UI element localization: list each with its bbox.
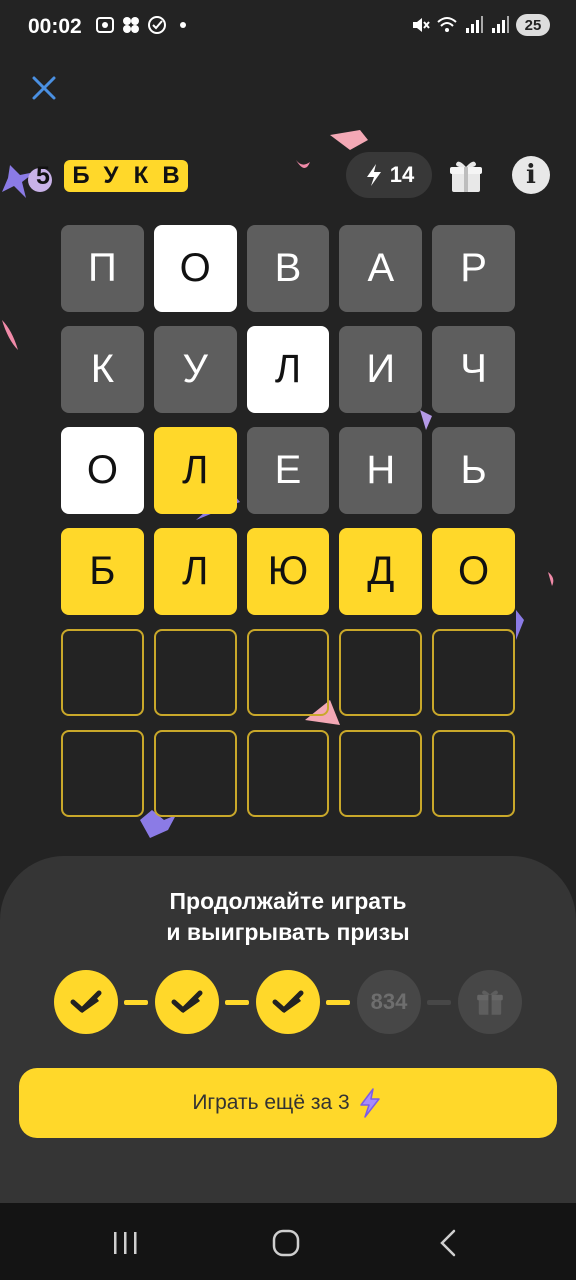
gift-icon [477, 990, 503, 1015]
sheet-title: Продолжайте играть и выигрывать призы [0, 886, 576, 948]
letter-tile: И [339, 326, 423, 413]
screenshot-icon [96, 17, 114, 33]
play-again-button[interactable]: Играть ещё за 3 [19, 1068, 557, 1138]
empty-tile [339, 730, 423, 817]
recents-button[interactable] [105, 1223, 145, 1263]
empty-tile [432, 629, 515, 716]
status-icons-right: 25 [410, 14, 550, 36]
letter-tile: В [246, 225, 330, 312]
back-button[interactable] [428, 1223, 468, 1263]
check-icon [272, 990, 304, 1013]
letter-tile: Р [432, 225, 515, 312]
letter-tile: О [432, 528, 515, 615]
progress-connector [225, 1000, 249, 1005]
grid-row: К У Л И Ч [61, 326, 515, 413]
progress-connector [326, 1000, 350, 1005]
battery-indicator: 25 [516, 14, 550, 36]
letter-grid: П О В А Р К У Л И Ч О Л Е Н Ь Б Л Ю Д О [61, 225, 515, 831]
letter-tile: Л [153, 427, 237, 514]
progress-step-done [256, 970, 320, 1034]
grid-row [61, 730, 515, 817]
progress-connector [124, 1000, 148, 1005]
letter-tile: Л [246, 326, 330, 413]
letter-tile: Д [339, 528, 423, 615]
empty-tile [339, 629, 423, 716]
sheet-title-line: и выигрывать призы [166, 919, 410, 945]
check-icon [70, 990, 102, 1013]
letter-tile: Ь [432, 427, 515, 514]
progress-step-done [54, 970, 118, 1034]
status-icons-left [94, 14, 194, 36]
home-button[interactable] [266, 1223, 306, 1263]
letter-tile: О [153, 225, 237, 312]
grid-row [61, 629, 515, 716]
status-time: 00:02 [28, 15, 82, 38]
check-circle-icon [148, 16, 166, 34]
empty-tile [246, 629, 330, 716]
close-button[interactable] [26, 70, 62, 106]
home-icon [272, 1229, 300, 1257]
grid-row: Б Л Ю Д О [61, 528, 515, 615]
letter-tile: У [153, 326, 237, 413]
logo-letters: Б У К В [64, 160, 188, 192]
letter-tile: Е [246, 427, 330, 514]
progress-step-pending: 834 [357, 970, 421, 1034]
check-icon [171, 990, 203, 1013]
empty-tile [432, 730, 515, 817]
letter-tile: О [61, 427, 144, 514]
letter-tile: Ч [432, 326, 515, 413]
info-button[interactable]: i [512, 156, 550, 194]
logo-letter: К [133, 162, 149, 189]
energy-counter[interactable]: 14 [346, 152, 432, 198]
back-icon [440, 1229, 456, 1257]
recents-icon [114, 1232, 137, 1254]
energy-value: 14 [389, 162, 415, 187]
prize-progress: 834 [54, 970, 522, 1036]
empty-tile [61, 730, 144, 817]
apps-icon [123, 17, 139, 33]
game-logo: 5 Б У К В [26, 158, 188, 194]
dot-icon [180, 22, 186, 28]
play-again-label: Играть ещё за 3 [192, 1091, 350, 1114]
empty-tile [153, 730, 237, 817]
logo-letter: В [162, 162, 180, 189]
progress-step-done [155, 970, 219, 1034]
sheet-title-line: Продолжайте играть [169, 888, 407, 914]
letter-tile: Л [153, 528, 237, 615]
progress-connector [427, 1000, 451, 1005]
empty-tile [246, 730, 330, 817]
logo-number: 5 [36, 161, 50, 190]
progress-step-prize [458, 970, 522, 1034]
letter-tile: П [61, 225, 144, 312]
logo-letter: У [103, 162, 119, 189]
gift-icon [450, 161, 482, 192]
logo-letter: Б [72, 162, 90, 189]
letter-tile: А [339, 225, 423, 312]
lightning-icon [359, 1088, 380, 1118]
signal-icon [492, 16, 509, 33]
signal-icon [466, 16, 483, 33]
letter-tile: Ю [246, 528, 330, 615]
gift-button[interactable] [446, 156, 486, 196]
status-bar: 00:02 25 [0, 0, 576, 56]
system-nav-bar [0, 1203, 576, 1280]
mute-icon [413, 18, 430, 32]
empty-tile [61, 629, 144, 716]
lightning-icon [366, 164, 381, 186]
close-icon [32, 76, 56, 100]
empty-tile [153, 629, 237, 716]
letter-tile: К [61, 326, 144, 413]
letter-tile: Н [339, 427, 423, 514]
letter-tile: Б [61, 528, 144, 615]
grid-row: О Л Е Н Ь [61, 427, 515, 514]
wifi-icon [437, 17, 457, 32]
grid-row: П О В А Р [61, 225, 515, 312]
